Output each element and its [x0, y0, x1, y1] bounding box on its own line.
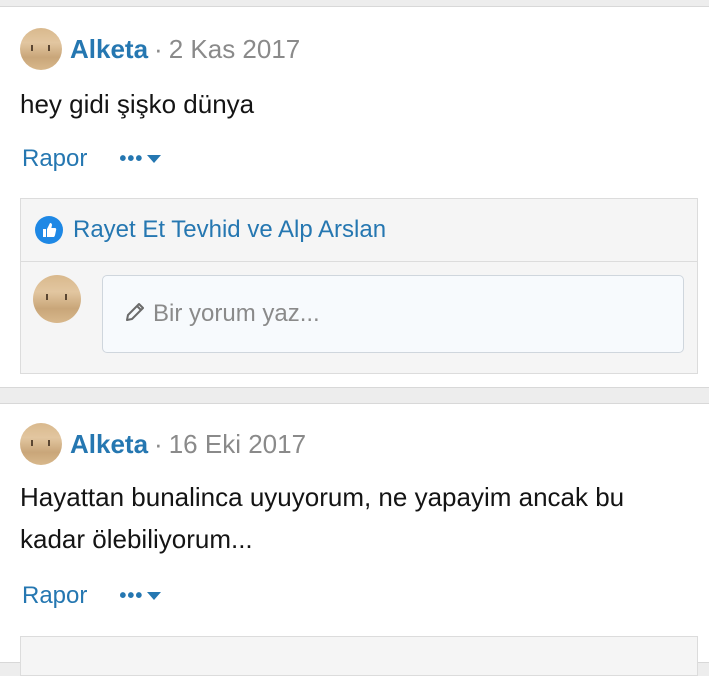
post-date[interactable]: 16 Eki 2017 [169, 429, 306, 460]
more-options-label: ••• [119, 147, 144, 170]
post-actions: Rapor ••• [22, 582, 162, 610]
comment-placeholder: Bir yorum yaz... [153, 300, 320, 327]
avatar [33, 275, 81, 323]
reactions-box [20, 636, 698, 676]
meta-separator: · [154, 428, 163, 459]
chevron-down-icon [147, 592, 162, 600]
more-options-label: ••• [119, 584, 144, 607]
more-options-button[interactable]: ••• [119, 584, 162, 608]
likes-row: Rayet Et Tevhid ve Alp Arslan [21, 199, 697, 262]
thumbs-up-icon [35, 216, 63, 244]
post-body: hey gidi şişko dünya [20, 89, 255, 119]
comment-input[interactable]: Bir yorum yaz... [102, 275, 684, 353]
author-link[interactable]: Alketa [70, 429, 148, 460]
reactions-box: Rayet Et Tevhid ve Alp Arslan Bir yorum … [20, 198, 698, 374]
post-meta: Alketa · 16 Eki 2017 [20, 422, 306, 466]
avatar[interactable] [20, 28, 62, 70]
post: Alketa · 16 Eki 2017 Hayattan bunalinca … [0, 403, 709, 676]
report-link[interactable]: Rapor [22, 582, 87, 610]
post: Alketa · 2 Kas 2017 hey gidi şişko dünya… [0, 6, 709, 388]
chevron-down-icon [147, 155, 162, 163]
post-meta: Alketa · 2 Kas 2017 [20, 27, 300, 71]
author-link[interactable]: Alketa [70, 34, 148, 65]
post-actions: Rapor ••• [22, 145, 162, 173]
post-date[interactable]: 2 Kas 2017 [169, 34, 301, 65]
likes-users-link[interactable]: Rayet Et Tevhid ve Alp Arslan [73, 216, 386, 244]
pencil-icon [123, 300, 147, 329]
report-link[interactable]: Rapor [22, 145, 87, 173]
avatar[interactable] [20, 423, 62, 465]
more-options-button[interactable]: ••• [119, 147, 162, 171]
meta-separator: · [154, 33, 163, 64]
post-body: Hayattan bunalinca uyuyorum, ne yapayim … [20, 482, 625, 554]
